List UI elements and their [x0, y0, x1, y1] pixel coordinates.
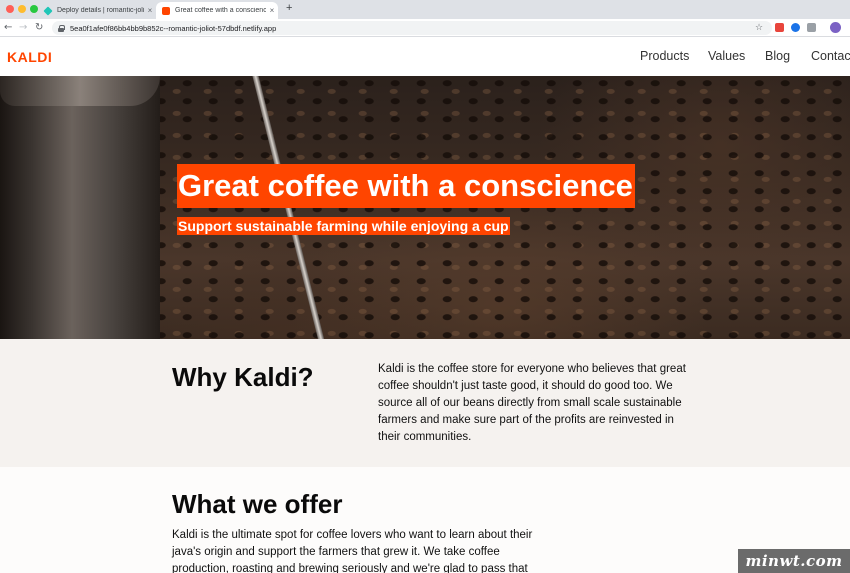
- extension-icon[interactable]: [791, 23, 800, 32]
- star-icon[interactable]: ☆: [755, 21, 763, 35]
- close-window-button[interactable]: [6, 5, 14, 13]
- offer-section: What we offer Kaldi is the ultimate spot…: [0, 467, 850, 573]
- nav-link-products[interactable]: Products: [640, 49, 689, 63]
- browser-tab-deploy[interactable]: Deploy details | romantic-jolio ×: [38, 2, 156, 19]
- new-tab-button[interactable]: +: [286, 2, 292, 14]
- back-icon[interactable]: ←: [4, 21, 12, 35]
- coffee-grinder-image: [0, 76, 160, 339]
- why-body: Kaldi is the coffee store for everyone w…: [378, 363, 686, 443]
- netlify-icon: [43, 5, 53, 16]
- why-heading: Why Kaldi?: [172, 362, 314, 392]
- browser-tab-strip: Deploy details | romantic-jolio × Great …: [0, 0, 850, 19]
- nav-link-contact[interactable]: Contact: [811, 49, 850, 63]
- reload-icon[interactable]: ↻: [35, 21, 43, 35]
- tab-title: Great coffee with a conscience: [175, 7, 266, 14]
- site-header: KALDI Products Values Blog Contact: [0, 38, 850, 76]
- url-text[interactable]: 5ea0f1afe0f86bb4bb9b852c--romantic-jolio…: [70, 24, 276, 33]
- minimize-window-button[interactable]: [18, 5, 26, 13]
- why-section: Why Kaldi? Kaldi is the coffee store for…: [0, 339, 850, 467]
- forward-icon[interactable]: →: [19, 21, 27, 35]
- hero-banner: Great coffee with a conscience Support s…: [0, 76, 850, 339]
- nav-link-values[interactable]: Values: [708, 49, 745, 63]
- offer-heading: What we offer: [172, 489, 343, 519]
- hero-title: Great coffee with a conscience: [177, 164, 635, 208]
- profile-avatar[interactable]: [830, 22, 841, 33]
- hero-text: Great coffee with a conscience Support s…: [177, 164, 635, 235]
- kaldi-logo[interactable]: KALDI: [7, 49, 52, 65]
- lock-icon[interactable]: [58, 24, 65, 32]
- maximize-window-button[interactable]: [30, 5, 38, 13]
- extension-icon[interactable]: [775, 23, 784, 32]
- hero-subtitle: Support sustainable farming while enjoyi…: [177, 217, 510, 235]
- tab-close-icon[interactable]: ×: [144, 6, 156, 15]
- extension-icon[interactable]: [807, 23, 816, 32]
- offer-body: Kaldi is the ultimate spot for coffee lo…: [172, 529, 533, 573]
- address-bar[interactable]: 5ea0f1afe0f86bb4bb9b852c--romantic-jolio…: [52, 21, 772, 35]
- tab-title: Deploy details | romantic-jolio: [57, 7, 144, 14]
- grinder-lid: [0, 76, 160, 106]
- watermark: minwt.com: [738, 549, 850, 573]
- nav-link-blog[interactable]: Blog: [765, 49, 790, 63]
- browser-tab-kaldi[interactable]: Great coffee with a conscience ×: [156, 2, 278, 19]
- browser-toolbar: ← → ↻ 5ea0f1afe0f86bb4bb9b852c--romantic…: [0, 19, 850, 37]
- kaldi-favicon-icon: [162, 6, 170, 15]
- tab-close-icon[interactable]: ×: [266, 6, 278, 15]
